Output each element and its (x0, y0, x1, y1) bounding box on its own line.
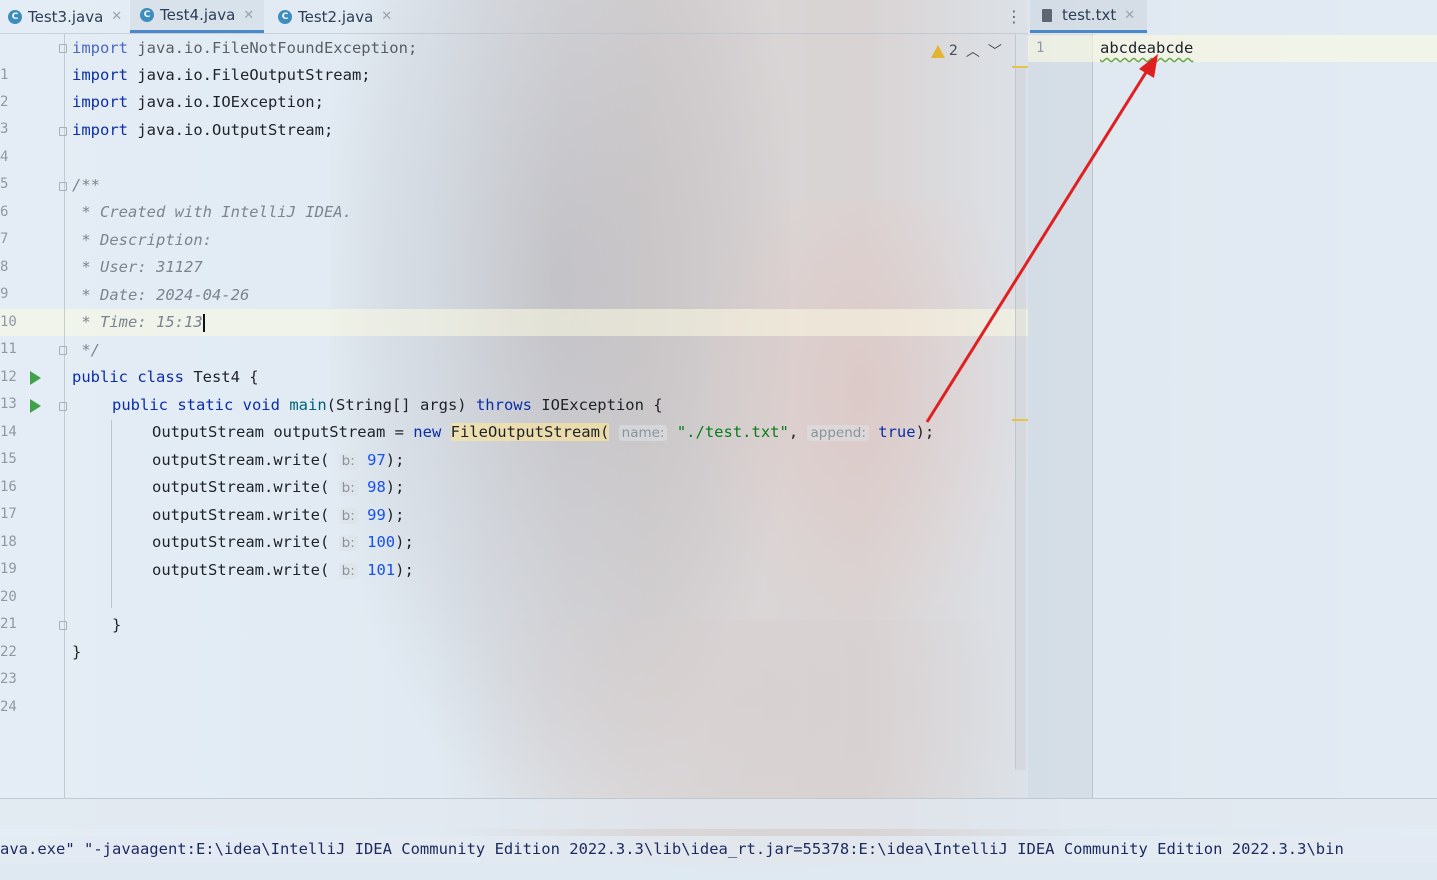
annotation-arrow (925, 54, 1158, 423)
arrow-line (925, 65, 1152, 423)
arrow-head (1139, 54, 1158, 78)
ide-window: C Test3.java ✕ C Test4.java ✕ C Test2.ja… (0, 0, 1437, 863)
